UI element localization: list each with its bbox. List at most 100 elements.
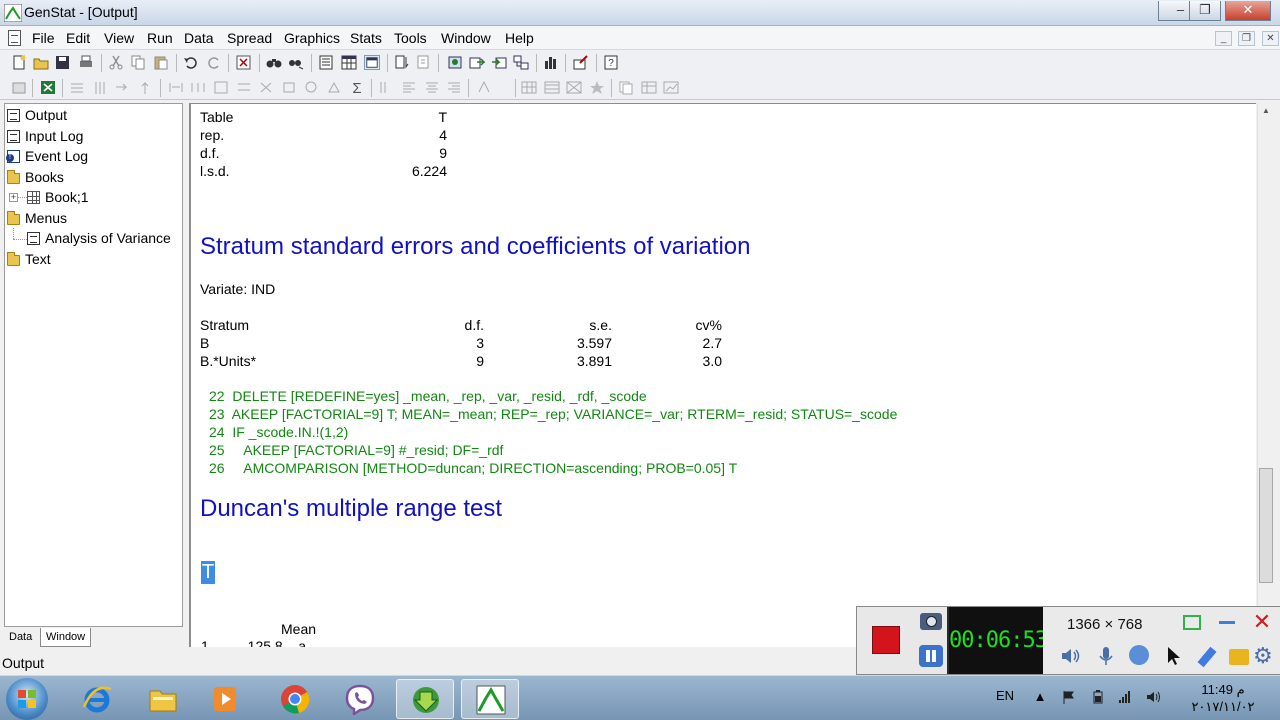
scroll-up-arrow-icon[interactable]: ▲ [1258,103,1274,119]
action-center-flag-icon[interactable] [1062,690,1076,704]
camera-icon[interactable] [920,613,942,630]
maximize-button[interactable]: ❐ [1189,1,1221,21]
copy-icon[interactable] [130,55,146,70]
insert-rows-icon[interactable] [69,80,85,95]
clear-icon[interactable] [236,55,252,70]
sort-icon[interactable] [394,55,410,70]
find-replace-icon[interactable] [288,55,304,70]
save-icon[interactable] [55,55,71,70]
network-signal-icon[interactable] [1118,690,1132,704]
window-layout-icon[interactable] [364,55,380,70]
output-window[interactable]: Table T rep. 4 d.f. 9 l.s.d. 6.224 Strat… [189,103,1256,647]
align-left-icon[interactable] [401,80,417,95]
menu-file[interactable]: File [32,30,55,46]
bar-chart-icon[interactable] [543,55,559,70]
start-button[interactable] [6,678,48,720]
align-center-icon[interactable] [424,80,440,95]
merge-icon[interactable] [168,80,184,95]
sort-az-icon[interactable] [378,80,394,95]
sum-icon[interactable]: Σ [349,80,365,95]
fill-icon[interactable] [326,80,342,95]
help-icon[interactable]: ? [603,55,619,70]
idm-taskbar-button[interactable] [396,679,454,719]
language-indicator[interactable]: EN [996,688,1014,703]
menu-window[interactable]: Window [441,30,491,46]
send-forward-icon[interactable] [491,55,507,70]
webcam-icon[interactable] [1129,645,1149,665]
stop-run-icon[interactable] [573,55,589,70]
paste-icon[interactable] [153,55,169,70]
open-folder-icon[interactable] [33,55,49,70]
genstat-taskbar-button[interactable] [461,679,519,719]
redo-icon[interactable] [206,55,222,70]
viber-taskbar-button[interactable] [331,679,389,719]
vertical-scrollbar[interactable]: ▲ [1257,103,1274,647]
spreadsheet-icon[interactable] [341,55,357,70]
unstack-icon[interactable] [258,80,274,95]
system-clock[interactable]: 11:49 م ٢٠١٧/١١/٠٢ [1183,681,1263,715]
menu-graphics[interactable]: Graphics [284,30,340,46]
run-server-icon[interactable] [447,55,463,70]
microphone-icon[interactable] [1095,645,1117,667]
tab-window[interactable]: Window [40,628,92,647]
internet-explorer-taskbar-button[interactable] [68,679,126,719]
star-icon[interactable] [589,80,605,95]
lookup-icon[interactable] [281,80,297,95]
cut-icon[interactable] [108,55,124,70]
menu-tools[interactable]: Tools [394,30,427,46]
export-icon[interactable] [416,55,432,70]
volume-icon[interactable] [1146,690,1160,704]
grid-lines-icon[interactable] [521,80,537,95]
cursor-icon[interactable] [1163,645,1185,667]
menu-view[interactable]: View [104,30,134,46]
pen-icon[interactable] [1197,646,1217,668]
expand-toggle[interactable]: + [9,193,18,202]
close-button[interactable]: ✕ [1225,1,1271,21]
tab-data[interactable]: Data [4,628,37,647]
font-icon[interactable] [476,80,492,95]
stop-record-button[interactable] [872,626,900,654]
copy-sheet-icon[interactable] [618,80,634,95]
new-file-icon[interactable] [11,55,27,70]
mdi-minimize-button[interactable]: _ [1215,31,1232,46]
menu-spread[interactable]: Spread [227,30,272,46]
align-right-icon[interactable] [446,80,462,95]
undo-icon[interactable] [183,55,199,70]
menu-data[interactable]: Data [184,30,214,46]
menu-edit[interactable]: Edit [66,30,90,46]
mdi-close-button[interactable]: ✕ [1262,31,1279,46]
stack-icon[interactable] [236,80,252,95]
settings-gear-icon[interactable]: ⚙ [1253,645,1275,667]
folder-icon[interactable] [1229,649,1249,665]
arrow-up-grid-icon[interactable] [137,80,153,95]
transpose-icon[interactable] [213,80,229,95]
show-hidden-icons-icon[interactable]: ▲ [1033,690,1047,704]
menu-stats[interactable]: Stats [350,30,382,46]
battery-icon[interactable] [1091,690,1105,704]
send-back-icon[interactable] [469,55,485,70]
scrollbar-thumb[interactable] [1259,468,1273,583]
selected-text[interactable]: T [201,561,215,584]
menu-help[interactable]: Help [505,30,534,46]
table-icon[interactable] [641,80,657,95]
chrome-taskbar-button[interactable] [266,679,324,719]
recorder-close-icon[interactable]: ✕ [1251,611,1273,633]
insert-columns-icon[interactable] [92,80,108,95]
media-player-taskbar-button[interactable] [196,679,254,719]
cross-grid-icon[interactable] [566,80,582,95]
delete-column-icon[interactable] [11,80,27,95]
mdi-restore-button[interactable]: ❐ [1238,31,1255,46]
arrow-right-grid-icon[interactable] [114,80,130,95]
print-icon[interactable] [78,55,94,70]
recorder-minimize-icon[interactable] [1219,621,1235,624]
menu-run[interactable]: Run [147,30,173,46]
network-icon[interactable] [513,55,529,70]
region-select-icon[interactable] [1183,615,1201,630]
row-grid-icon[interactable] [544,80,560,95]
excel-icon[interactable] [40,80,56,95]
pause-button[interactable] [919,645,943,667]
recode-icon[interactable] [303,80,319,95]
split-icon[interactable] [190,80,206,95]
document-icon[interactable] [8,30,21,46]
output-window-icon[interactable] [318,55,334,70]
